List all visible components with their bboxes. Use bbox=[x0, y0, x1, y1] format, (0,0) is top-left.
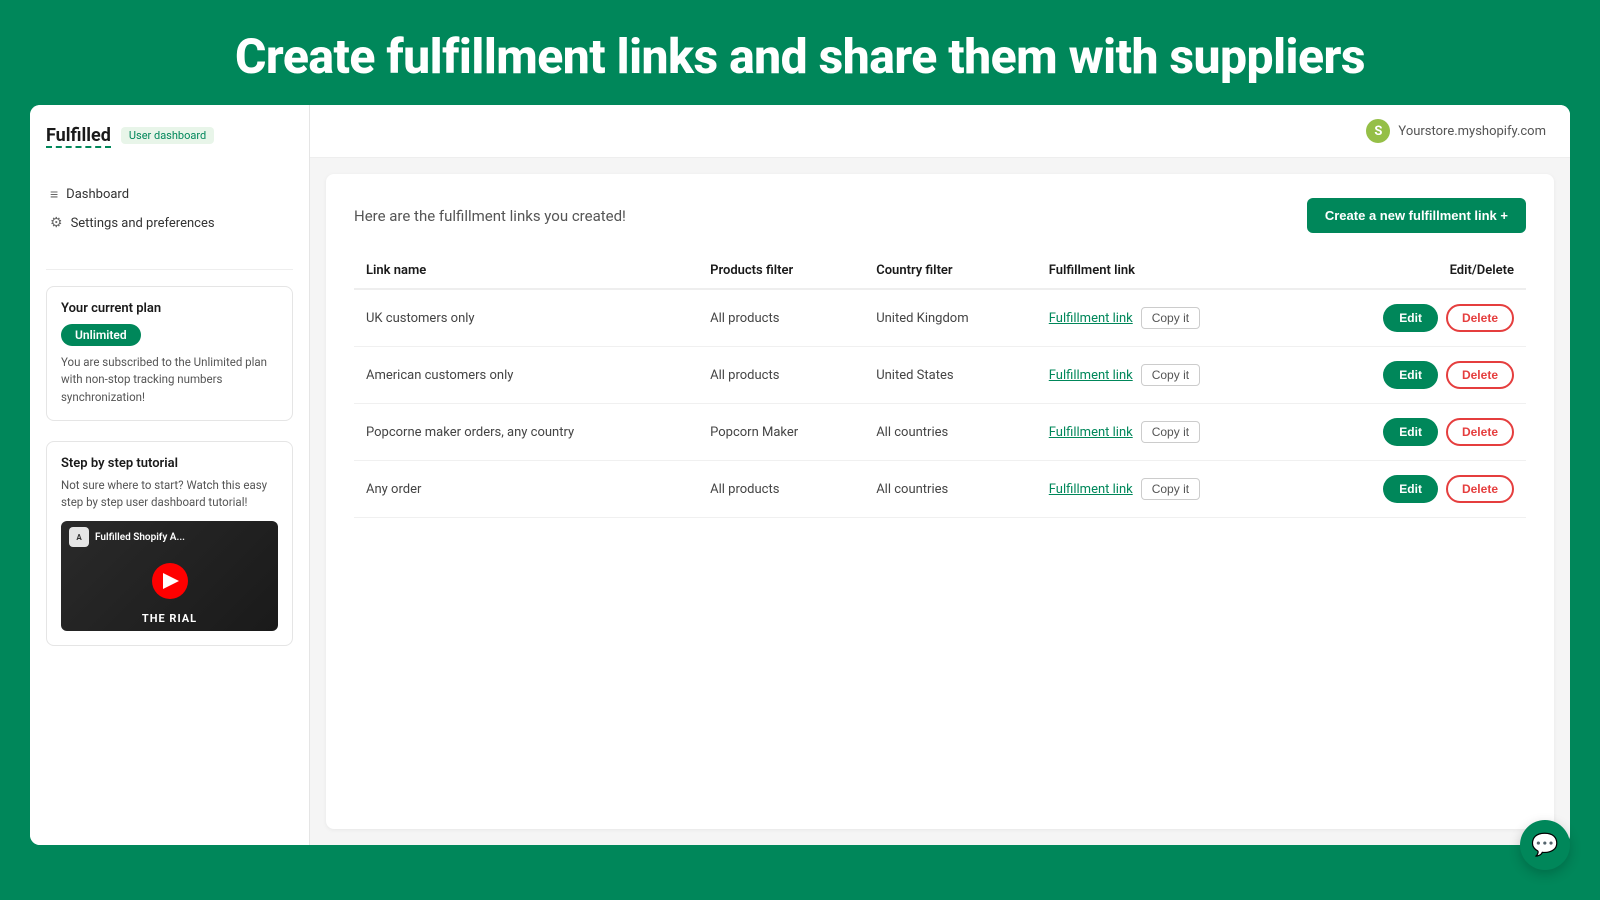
table-row: Popcorne maker orders, any countryPopcor… bbox=[354, 404, 1526, 461]
tutorial-label: Step by step tutorial bbox=[61, 456, 278, 471]
plan-description: You are subscribed to the Unlimited plan… bbox=[61, 354, 278, 406]
sidebar-item-dashboard-label: Dashboard bbox=[66, 187, 129, 202]
plan-label: Your current plan bbox=[61, 301, 278, 316]
cell-country-filter: United Kingdom bbox=[864, 289, 1037, 347]
shopify-icon: S bbox=[1366, 119, 1390, 143]
content-area: Here are the fulfillment links you creat… bbox=[326, 174, 1554, 829]
fulfillment-table: Link name Products filter Country filter… bbox=[354, 253, 1526, 518]
sidebar-item-dashboard[interactable]: ≡ Dashboard bbox=[46, 180, 293, 209]
cell-edit-delete: Edit Delete bbox=[1297, 404, 1526, 461]
table-row: American customers onlyAll productsUnite… bbox=[354, 347, 1526, 404]
chat-bubble[interactable]: 💬 bbox=[1520, 820, 1570, 870]
sidebar-divider bbox=[46, 269, 293, 270]
col-products-filter: Products filter bbox=[698, 253, 864, 289]
cell-country-filter: All countries bbox=[864, 404, 1037, 461]
plan-section: Your current plan Unlimited You are subs… bbox=[46, 286, 293, 421]
copy-it-button[interactable]: Copy it bbox=[1141, 421, 1200, 443]
delete-button[interactable]: Delete bbox=[1446, 361, 1514, 389]
app-icon: A bbox=[69, 527, 89, 547]
chat-icon: 💬 bbox=[1531, 833, 1558, 858]
content-header-title: Here are the fulfillment links you creat… bbox=[354, 207, 626, 225]
table-body: UK customers onlyAll productsUnited King… bbox=[354, 289, 1526, 518]
copy-it-button[interactable]: Copy it bbox=[1141, 478, 1200, 500]
cell-products-filter: Popcorn Maker bbox=[698, 404, 864, 461]
fulfillment-link-text[interactable]: Fulfillment link bbox=[1049, 425, 1133, 440]
plan-badge: Unlimited bbox=[61, 324, 141, 346]
cell-fulfillment-link: Fulfillment link Copy it bbox=[1037, 347, 1297, 404]
delete-button[interactable]: Delete bbox=[1446, 475, 1514, 503]
cell-fulfillment-link: Fulfillment link Copy it bbox=[1037, 404, 1297, 461]
cell-products-filter: All products bbox=[698, 461, 864, 518]
video-thumbnail[interactable]: A Fulfilled Shopify A... THE RIAL bbox=[61, 521, 278, 631]
cell-edit-delete: Edit Delete bbox=[1297, 347, 1526, 404]
table-row: UK customers onlyAll productsUnited King… bbox=[354, 289, 1526, 347]
delete-button[interactable]: Delete bbox=[1446, 304, 1514, 332]
video-top-bar: A Fulfilled Shopify A... bbox=[61, 521, 278, 553]
video-title: Fulfilled Shopify A... bbox=[95, 532, 185, 543]
table-header-row: Link name Products filter Country filter… bbox=[354, 253, 1526, 289]
sidebar: Fulfilled User dashboard ≡ Dashboard ⚙ S… bbox=[30, 105, 310, 845]
cell-products-filter: All products bbox=[698, 289, 864, 347]
video-middle bbox=[61, 553, 278, 608]
cell-link-name: Popcorne maker orders, any country bbox=[354, 404, 698, 461]
col-link-name: Link name bbox=[354, 253, 698, 289]
cell-link-name: UK customers only bbox=[354, 289, 698, 347]
video-bottom-text: THE RIAL bbox=[61, 608, 278, 631]
settings-icon: ⚙ bbox=[50, 215, 63, 231]
tutorial-section: Step by step tutorial Not sure where to … bbox=[46, 441, 293, 647]
cell-country-filter: All countries bbox=[864, 461, 1037, 518]
play-button[interactable] bbox=[152, 563, 188, 599]
cell-country-filter: United States bbox=[864, 347, 1037, 404]
edit-button[interactable]: Edit bbox=[1383, 418, 1438, 446]
copy-it-button[interactable]: Copy it bbox=[1141, 307, 1200, 329]
fulfillment-link-text[interactable]: Fulfillment link bbox=[1049, 482, 1133, 497]
dashboard-icon: ≡ bbox=[50, 186, 58, 203]
table-header: Link name Products filter Country filter… bbox=[354, 253, 1526, 289]
tutorial-description: Not sure where to start? Watch this easy… bbox=[61, 477, 278, 512]
play-triangle-icon bbox=[163, 573, 179, 589]
create-fulfillment-link-button[interactable]: Create a new fulfillment link + bbox=[1307, 198, 1526, 233]
cell-fulfillment-link: Fulfillment link Copy it bbox=[1037, 461, 1297, 518]
edit-button[interactable]: Edit bbox=[1383, 361, 1438, 389]
sidebar-nav: ≡ Dashboard ⚙ Settings and preferences bbox=[46, 180, 293, 237]
cell-edit-delete: Edit Delete bbox=[1297, 461, 1526, 518]
fulfillment-link-text[interactable]: Fulfillment link bbox=[1049, 368, 1133, 383]
top-bar: S Yourstore.myshopify.com bbox=[310, 105, 1570, 158]
sidebar-dashboard-badge: User dashboard bbox=[121, 127, 214, 144]
col-country-filter: Country filter bbox=[864, 253, 1037, 289]
fulfillment-link-text[interactable]: Fulfillment link bbox=[1049, 311, 1133, 326]
cell-products-filter: All products bbox=[698, 347, 864, 404]
main-content: S Yourstore.myshopify.com Here are the f… bbox=[310, 105, 1570, 845]
sidebar-item-settings[interactable]: ⚙ Settings and preferences bbox=[46, 209, 293, 237]
col-fulfillment-link: Fulfillment link bbox=[1037, 253, 1297, 289]
col-edit-delete: Edit/Delete bbox=[1297, 253, 1526, 289]
hero-title: Create fulfillment links and share them … bbox=[0, 0, 1600, 105]
edit-button[interactable]: Edit bbox=[1383, 304, 1438, 332]
table-row: Any orderAll productsAll countriesFulfil… bbox=[354, 461, 1526, 518]
delete-button[interactable]: Delete bbox=[1446, 418, 1514, 446]
sidebar-logo: Fulfilled bbox=[46, 125, 111, 146]
sidebar-logo-row: Fulfilled User dashboard bbox=[46, 125, 293, 156]
sidebar-item-settings-label: Settings and preferences bbox=[71, 216, 215, 231]
edit-button[interactable]: Edit bbox=[1383, 475, 1438, 503]
cell-link-name: American customers only bbox=[354, 347, 698, 404]
content-header: Here are the fulfillment links you creat… bbox=[354, 198, 1526, 233]
cell-fulfillment-link: Fulfillment link Copy it bbox=[1037, 289, 1297, 347]
copy-it-button[interactable]: Copy it bbox=[1141, 364, 1200, 386]
store-url: Yourstore.myshopify.com bbox=[1398, 124, 1546, 139]
main-container: Fulfilled User dashboard ≡ Dashboard ⚙ S… bbox=[30, 105, 1570, 845]
cell-link-name: Any order bbox=[354, 461, 698, 518]
cell-edit-delete: Edit Delete bbox=[1297, 289, 1526, 347]
shopify-store-info: S Yourstore.myshopify.com bbox=[1366, 119, 1546, 143]
